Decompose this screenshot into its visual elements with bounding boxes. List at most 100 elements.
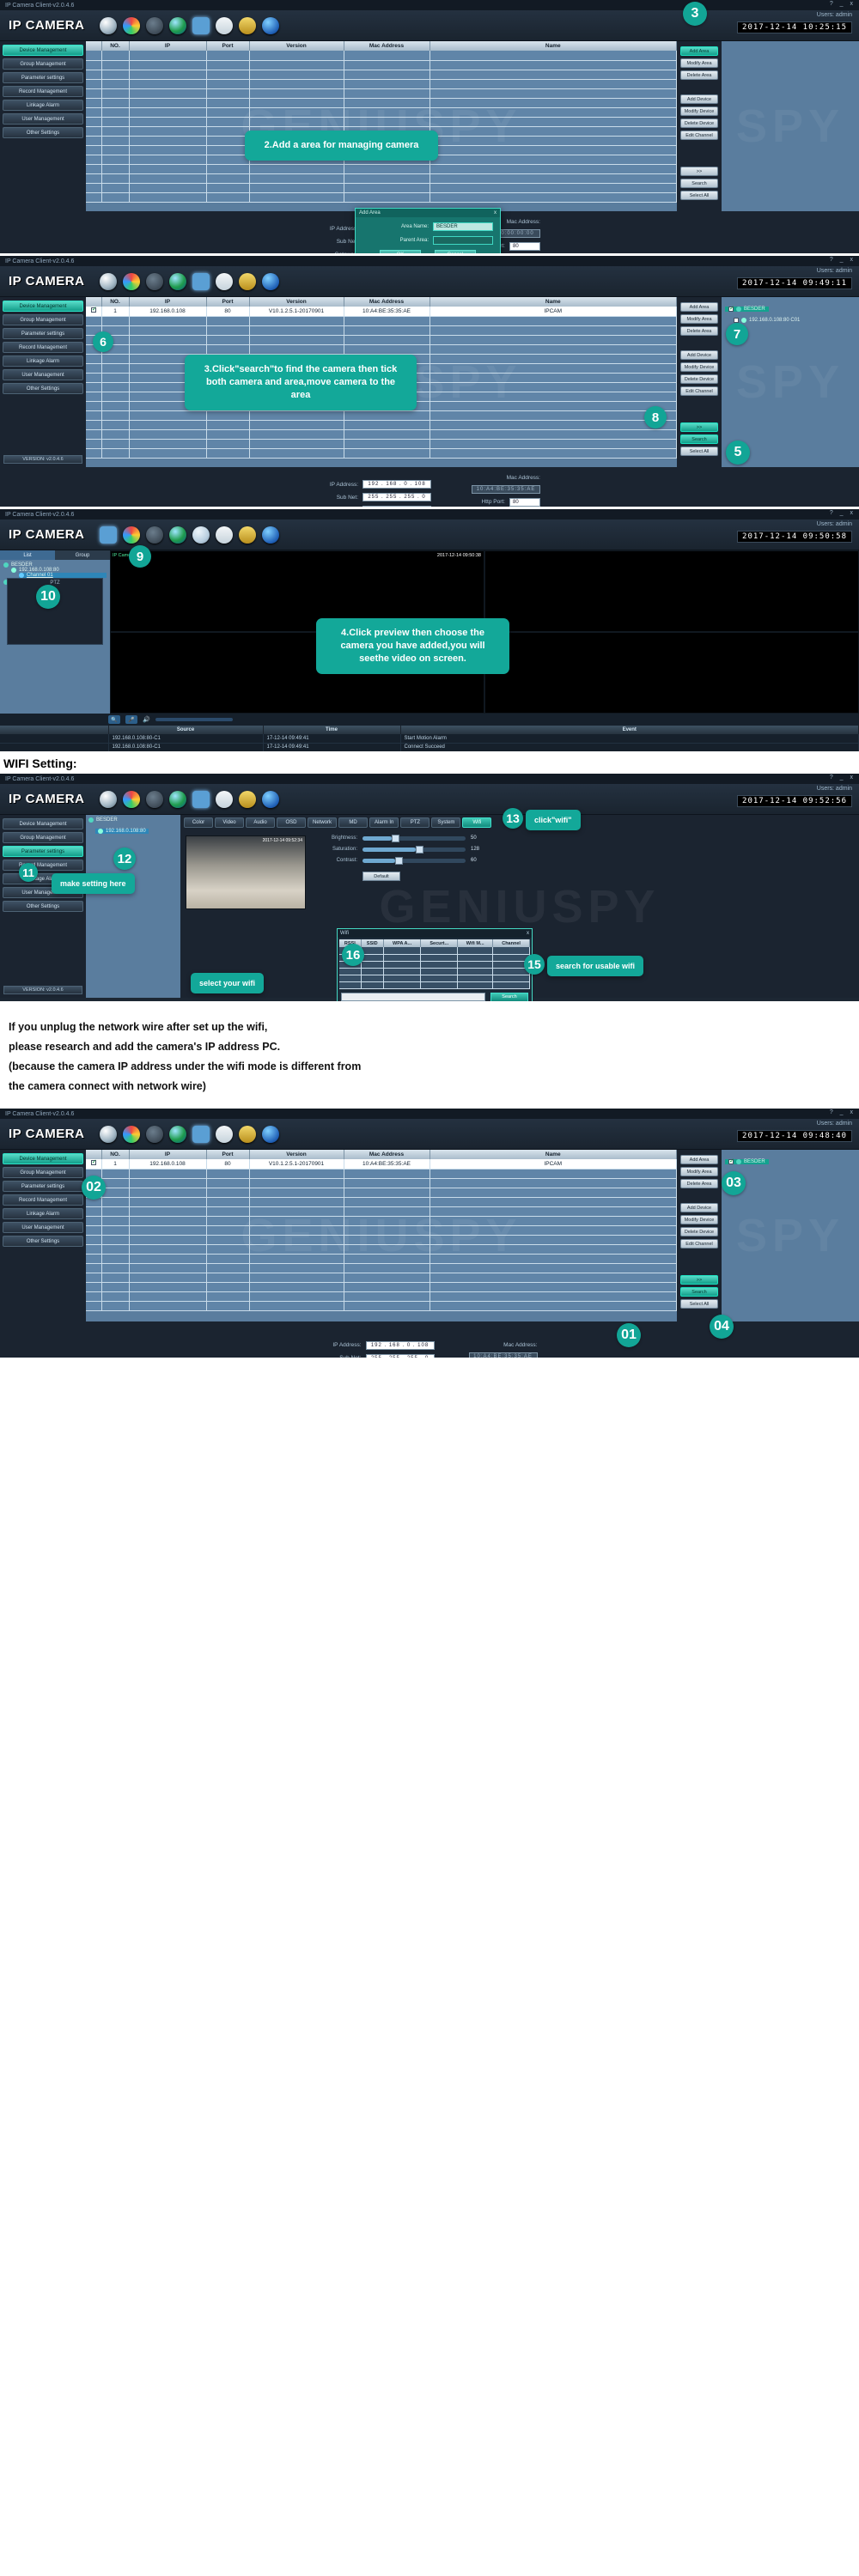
volume-icon[interactable]: 🔊 bbox=[143, 716, 150, 723]
device-tree-pane[interactable]: List Group BESDER 192.168.0.108:80 Chann… bbox=[0, 550, 110, 714]
area-tree[interactable]: SPY bbox=[722, 41, 859, 211]
table-row[interactable] bbox=[86, 70, 677, 80]
ok-button[interactable]: OK bbox=[380, 250, 421, 253]
window-buttons[interactable]: ? _ x bbox=[830, 775, 856, 781]
toolbar[interactable] bbox=[100, 16, 280, 34]
wifi-row[interactable] bbox=[339, 975, 530, 982]
globe-icon[interactable] bbox=[169, 526, 187, 544]
settings-icon[interactable] bbox=[192, 272, 210, 290]
camera-icon[interactable] bbox=[100, 1125, 118, 1143]
tab-video[interactable]: Video bbox=[215, 817, 244, 828]
saturation-slider[interactable] bbox=[362, 845, 466, 854]
delete-area-button[interactable]: Delete Area bbox=[680, 1179, 718, 1188]
move-button[interactable]: >> bbox=[680, 422, 718, 432]
volume-slider[interactable] bbox=[155, 718, 233, 721]
power-icon[interactable] bbox=[262, 16, 280, 34]
sidebar-item-record-management[interactable]: Record Management bbox=[3, 342, 83, 353]
wifi-search-button[interactable]: Search bbox=[490, 992, 528, 1001]
sidebar-item-device-management[interactable]: Device Management bbox=[3, 818, 83, 829]
tab-list[interactable]: List bbox=[0, 550, 55, 560]
move-button[interactable]: >> bbox=[680, 1275, 718, 1285]
tree-item-area[interactable]: BESDER bbox=[725, 1157, 769, 1164]
table-row[interactable] bbox=[86, 1225, 677, 1236]
action-buttons[interactable]: Add Area Modify Area Delete Area Add Dev… bbox=[677, 297, 722, 467]
power-icon[interactable] bbox=[262, 526, 280, 544]
playback-icon[interactable] bbox=[123, 16, 141, 34]
table-row[interactable] bbox=[86, 1216, 677, 1226]
log-icon[interactable] bbox=[216, 526, 234, 544]
sidebar-item-record-management[interactable]: Record Management bbox=[3, 86, 83, 97]
sidebar-item-other-settings[interactable]: Other Settings bbox=[3, 127, 83, 138]
close-icon[interactable]: x bbox=[494, 210, 497, 216]
sidebar-item-group-management[interactable]: Group Management bbox=[3, 832, 83, 843]
sidebar-item-group-management[interactable]: Group Management bbox=[3, 1167, 83, 1178]
lock-icon[interactable] bbox=[239, 16, 257, 34]
tree-checkbox[interactable] bbox=[728, 1157, 734, 1164]
wifi-row[interactable] bbox=[339, 954, 530, 962]
log-table[interactable]: Source Time Event 192.168.0.108:80-C1 17… bbox=[0, 726, 859, 751]
table-row[interactable] bbox=[86, 60, 677, 70]
preview-video[interactable]: 2017-12-14 09:52:34 bbox=[186, 835, 306, 909]
edit-channel-button[interactable]: Edit Channel bbox=[680, 131, 718, 140]
table-row[interactable] bbox=[86, 410, 677, 421]
device-table[interactable]: NO. IP Port Version Mac Address Name 1 1… bbox=[86, 1150, 677, 1311]
select-all-button[interactable]: Select All bbox=[680, 447, 718, 456]
modify-area-button[interactable]: Modify Area bbox=[680, 58, 718, 68]
wifi-search-input[interactable] bbox=[341, 993, 485, 1001]
table-row[interactable] bbox=[86, 51, 677, 61]
sidebar[interactable]: Device Management Group Management Param… bbox=[0, 41, 86, 211]
cancel-button[interactable]: Cancel bbox=[435, 250, 476, 253]
sidebar-item-user-management[interactable]: User Management bbox=[3, 113, 83, 125]
playback-icon[interactable] bbox=[123, 526, 141, 544]
tree-checkbox[interactable] bbox=[728, 305, 734, 312]
table-row[interactable] bbox=[86, 1291, 677, 1302]
globe-icon[interactable] bbox=[169, 272, 187, 290]
table-row[interactable] bbox=[86, 344, 677, 355]
log-icon[interactable] bbox=[216, 272, 234, 290]
modify-area-button[interactable]: Modify Area bbox=[680, 314, 718, 324]
move-button[interactable]: >> bbox=[680, 167, 718, 176]
wifi-row[interactable] bbox=[339, 981, 530, 989]
wifi-row[interactable] bbox=[339, 968, 530, 975]
tab-alarm-in[interactable]: Alarm In bbox=[369, 817, 399, 828]
action-buttons[interactable]: Add Area Modify Area Delete Area Add Dev… bbox=[677, 41, 722, 211]
device-table[interactable]: NO. IP Port Version Mac Address Name bbox=[86, 41, 677, 203]
sidebar-item-user-management[interactable]: User Management bbox=[3, 369, 83, 380]
table-row[interactable] bbox=[86, 325, 677, 336]
settings-icon[interactable] bbox=[192, 790, 210, 808]
power-icon[interactable] bbox=[262, 1125, 280, 1143]
delete-device-button[interactable]: Delete Device bbox=[680, 1227, 718, 1236]
wifi-device-tree[interactable]: BESDER 192.168.0.108:80 bbox=[86, 815, 180, 998]
log-row[interactable]: 192.168.0.108:80-C1 17-12-14 09:49:41 St… bbox=[0, 734, 859, 744]
sidebar-item-other-settings[interactable]: Other Settings bbox=[3, 1236, 83, 1247]
log-row[interactable]: 192.168.0.108:80-C1 17-12-14 09:49:41 Co… bbox=[0, 743, 859, 751]
ip-address-input[interactable]: 192 . 168 . 0 . 108 bbox=[365, 1340, 435, 1350]
lock-icon[interactable] bbox=[239, 272, 257, 290]
lock-icon[interactable] bbox=[239, 1125, 257, 1143]
area-name-input[interactable]: BESDER bbox=[433, 222, 493, 231]
video-cell-2[interactable] bbox=[484, 550, 859, 632]
tab-wifi[interactable]: Wifi bbox=[462, 817, 492, 828]
table-row[interactable] bbox=[86, 335, 677, 345]
wifi-row[interactable] bbox=[339, 961, 530, 969]
tab-group[interactable]: Group bbox=[55, 550, 110, 560]
sidebar-item-parameter-settings[interactable]: Parameter settings bbox=[3, 1181, 83, 1192]
window-buttons[interactable]: ? _ x bbox=[830, 510, 856, 516]
tab-ptz[interactable]: PTZ bbox=[400, 817, 430, 828]
sidebar-item-device-management[interactable]: Device Management bbox=[3, 45, 83, 56]
video-cell-4[interactable] bbox=[484, 632, 859, 714]
ptz-icon[interactable] bbox=[146, 526, 164, 544]
table-row[interactable]: 1 192.168.0.108 80 V10.1.2.5.1-20170901 … bbox=[86, 306, 677, 317]
table-row[interactable] bbox=[86, 1301, 677, 1311]
playback-icon[interactable] bbox=[123, 1125, 141, 1143]
subnet-input[interactable]: 255 . 255 . 255 . 0 bbox=[362, 493, 431, 501]
power-icon[interactable] bbox=[262, 272, 280, 290]
http-port-input[interactable]: 80 bbox=[509, 497, 540, 507]
add-area-dialog[interactable]: Add Area x Area Name: BESDER Parent Area… bbox=[355, 208, 501, 253]
table-row[interactable] bbox=[86, 1178, 677, 1188]
sidebar-item-group-management[interactable]: Group Management bbox=[3, 314, 83, 325]
add-area-button[interactable]: Add Area bbox=[680, 302, 718, 312]
sidebar-item-parameter-settings[interactable]: Parameter settings bbox=[3, 846, 83, 857]
toolbar[interactable] bbox=[100, 526, 280, 544]
wifi-list-wrap[interactable]: RSSI SSID WPA A... Securt... Wifi M... C… bbox=[338, 938, 532, 991]
